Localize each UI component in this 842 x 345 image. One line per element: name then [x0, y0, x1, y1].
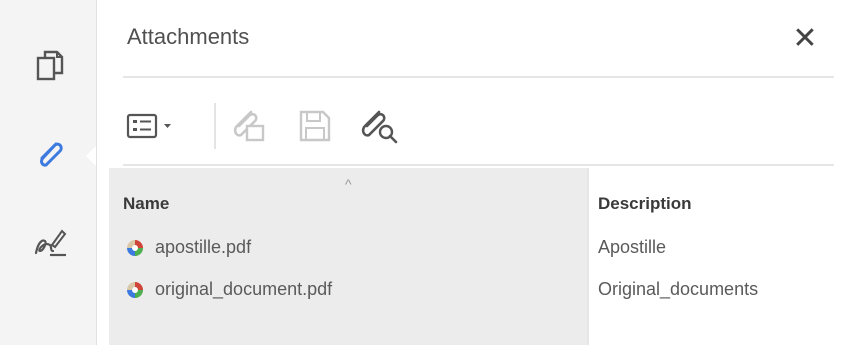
attachments-list: ^ Name Description apostille.pdf Apostil…: [109, 168, 842, 345]
attachment-name: original_document.pdf: [155, 279, 333, 299]
add-file-button[interactable]: [227, 104, 269, 148]
add-file-icon: [233, 110, 265, 142]
pdf-file-icon: [127, 282, 143, 298]
column-header-name[interactable]: Name: [123, 194, 169, 214]
options-menu-button[interactable]: [123, 106, 195, 146]
search-attachment-icon: [361, 110, 398, 144]
attachments-panel: Attachments ✕ ^ Name Description apostil…: [97, 0, 842, 345]
attachment-description: Original_documents: [598, 279, 759, 299]
attachment-name: apostille.pdf: [155, 237, 252, 257]
panel-title: Attachments: [127, 24, 250, 49]
save-button[interactable]: [295, 104, 335, 148]
active-tab-pointer: [86, 146, 96, 166]
header-divider: [123, 76, 834, 78]
pdf-file-icon: [127, 240, 143, 256]
close-icon: ✕: [792, 21, 818, 55]
sort-ascending-icon: ^: [345, 176, 352, 192]
signature-icon[interactable]: [30, 222, 70, 262]
column-header-description[interactable]: Description: [598, 194, 692, 214]
left-navigation-rail: [0, 0, 97, 345]
close-button[interactable]: ✕: [787, 20, 823, 56]
save-icon: [299, 110, 331, 142]
paperclip-icon[interactable]: [30, 134, 70, 174]
toolbar-bottom-divider: [123, 164, 834, 166]
table-row[interactable]: original_document.pdf Original_documents: [109, 272, 842, 310]
options-menu-icon: [126, 113, 171, 139]
table-row[interactable]: apostille.pdf Apostille: [109, 230, 842, 268]
toolbar-divider: [214, 103, 216, 149]
search-attachment-button[interactable]: [357, 104, 403, 148]
pages-icon[interactable]: [30, 46, 70, 86]
attachment-description: Apostille: [598, 237, 667, 257]
